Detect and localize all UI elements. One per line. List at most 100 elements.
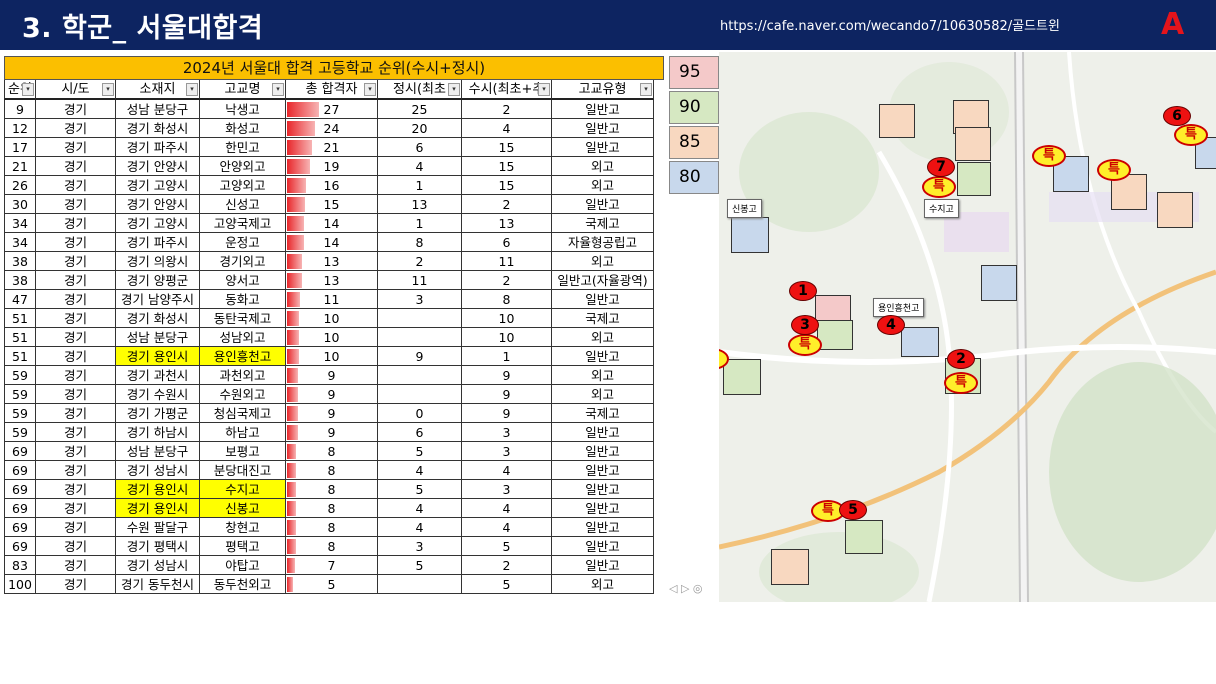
table-cell[interactable]: 4 bbox=[378, 499, 462, 518]
table-cell[interactable]: 7 bbox=[286, 556, 378, 575]
table-cell[interactable]: 야탑고 bbox=[200, 556, 286, 575]
slide-nav-icons[interactable]: ◁ ▷ ◎ bbox=[669, 582, 703, 595]
filter-dropdown-icon[interactable]: ▾ bbox=[186, 83, 198, 96]
table-cell[interactable]: 안양외고 bbox=[200, 157, 286, 176]
table-cell[interactable]: 일반고 bbox=[552, 499, 654, 518]
table-cell[interactable]: 69 bbox=[4, 518, 36, 537]
table-cell[interactable]: 69 bbox=[4, 461, 36, 480]
table-cell[interactable]: 경기 bbox=[36, 195, 116, 214]
table-cell[interactable]: 경기 bbox=[36, 176, 116, 195]
table-cell[interactable]: 성남 분당구 bbox=[116, 442, 200, 461]
table-cell[interactable]: 11 bbox=[286, 290, 378, 309]
table-cell[interactable] bbox=[378, 385, 462, 404]
table-cell[interactable]: 고양외고 bbox=[200, 176, 286, 195]
table-cell[interactable]: 24 bbox=[286, 119, 378, 138]
table-cell[interactable]: 8 bbox=[286, 442, 378, 461]
table-cell[interactable]: 6 bbox=[462, 233, 552, 252]
table-cell[interactable]: 10 bbox=[286, 328, 378, 347]
filter-dropdown-icon[interactable]: ▾ bbox=[640, 83, 652, 96]
table-cell[interactable]: 동두천외고 bbox=[200, 575, 286, 594]
table-cell[interactable]: 경기 남양주시 bbox=[116, 290, 200, 309]
table-cell[interactable]: 4 bbox=[462, 119, 552, 138]
table-cell[interactable]: 한민고 bbox=[200, 138, 286, 157]
table-cell[interactable]: 20 bbox=[378, 119, 462, 138]
table-cell[interactable]: 경기 bbox=[36, 385, 116, 404]
table-cell[interactable]: 13 bbox=[378, 195, 462, 214]
table-cell[interactable]: 3 bbox=[462, 423, 552, 442]
table-cell[interactable]: 외고 bbox=[552, 176, 654, 195]
table-cell[interactable]: 일반고 bbox=[552, 461, 654, 480]
table-cell[interactable]: 경기 안양시 bbox=[116, 195, 200, 214]
table-cell[interactable]: 25 bbox=[378, 100, 462, 119]
table-cell[interactable]: 낙생고 bbox=[200, 100, 286, 119]
table-cell[interactable]: 12 bbox=[4, 119, 36, 138]
rank-marker-1[interactable]: 1 bbox=[789, 281, 817, 301]
table-cell[interactable]: 자율형공립고 bbox=[552, 233, 654, 252]
filter-dropdown-icon[interactable]: ▾ bbox=[538, 83, 550, 96]
table-cell[interactable]: 4 bbox=[378, 157, 462, 176]
table-cell[interactable]: 14 bbox=[286, 233, 378, 252]
table-cell[interactable]: 외고 bbox=[552, 385, 654, 404]
table-cell[interactable]: 경기 bbox=[36, 537, 116, 556]
special-school-marker[interactable]: 특 bbox=[922, 176, 956, 198]
column-header[interactable]: 총 합격자 ▾ bbox=[286, 80, 378, 100]
column-header[interactable]: 고교유형 ▾ bbox=[552, 80, 654, 100]
table-cell[interactable]: 16 bbox=[286, 176, 378, 195]
table-cell[interactable]: 34 bbox=[4, 214, 36, 233]
table-cell[interactable]: 0 bbox=[378, 404, 462, 423]
table-cell[interactable]: 경기 안양시 bbox=[116, 157, 200, 176]
table-cell[interactable]: 8 bbox=[462, 290, 552, 309]
table-cell[interactable]: 5 bbox=[462, 537, 552, 556]
table-cell[interactable]: 경기 bbox=[36, 366, 116, 385]
table-cell[interactable]: 59 bbox=[4, 423, 36, 442]
table-cell[interactable] bbox=[378, 366, 462, 385]
table-cell[interactable]: 경기 화성시 bbox=[116, 309, 200, 328]
table-cell[interactable]: 경기 bbox=[36, 480, 116, 499]
table-cell[interactable]: 경기 bbox=[36, 233, 116, 252]
table-cell[interactable]: 운정고 bbox=[200, 233, 286, 252]
table-cell[interactable]: 9 bbox=[4, 100, 36, 119]
table-cell[interactable]: 일반고(자율광역) bbox=[552, 271, 654, 290]
table-cell[interactable]: 일반고 bbox=[552, 195, 654, 214]
table-cell[interactable]: 수원외고 bbox=[200, 385, 286, 404]
table-cell[interactable]: 34 bbox=[4, 233, 36, 252]
table-cell[interactable]: 4 bbox=[378, 518, 462, 537]
table-cell[interactable]: 동화고 bbox=[200, 290, 286, 309]
table-cell[interactable]: 경기 bbox=[36, 119, 116, 138]
table-cell[interactable]: 성남 분당구 bbox=[116, 328, 200, 347]
filter-dropdown-icon[interactable]: ▾ bbox=[22, 83, 34, 96]
table-cell[interactable]: 38 bbox=[4, 271, 36, 290]
table-cell[interactable]: 경기 bbox=[36, 423, 116, 442]
table-cell[interactable]: 국제고 bbox=[552, 404, 654, 423]
table-cell[interactable]: 경기 성남시 bbox=[116, 556, 200, 575]
table-cell[interactable]: 경기 bbox=[36, 138, 116, 157]
table-cell[interactable]: 신봉고 bbox=[200, 499, 286, 518]
table-cell[interactable]: 11 bbox=[378, 271, 462, 290]
table-cell[interactable]: 8 bbox=[378, 233, 462, 252]
table-cell[interactable]: 경기 과천시 bbox=[116, 366, 200, 385]
table-cell[interactable]: 경기 bbox=[36, 290, 116, 309]
table-cell[interactable]: 5 bbox=[378, 480, 462, 499]
table-cell[interactable] bbox=[378, 328, 462, 347]
table-cell[interactable]: 경기 용인시 bbox=[116, 480, 200, 499]
table-cell[interactable]: 9 bbox=[286, 385, 378, 404]
table-cell[interactable]: 8 bbox=[286, 499, 378, 518]
table-cell[interactable]: 청심국제고 bbox=[200, 404, 286, 423]
table-cell[interactable]: 69 bbox=[4, 499, 36, 518]
rank-marker-6[interactable]: 6 bbox=[1163, 106, 1191, 126]
table-cell[interactable]: 2 bbox=[378, 252, 462, 271]
table-cell[interactable]: 9 bbox=[462, 366, 552, 385]
table-cell[interactable]: 신성고 bbox=[200, 195, 286, 214]
table-cell[interactable]: 경기 bbox=[36, 157, 116, 176]
table-cell[interactable]: 5 bbox=[462, 575, 552, 594]
table-cell[interactable]: 일반고 bbox=[552, 556, 654, 575]
table-cell[interactable]: 15 bbox=[462, 176, 552, 195]
map-label-yongin-heungcheon[interactable]: 용인흥천고 bbox=[873, 298, 925, 317]
table-cell[interactable]: 59 bbox=[4, 385, 36, 404]
table-cell[interactable]: 83 bbox=[4, 556, 36, 575]
table-cell[interactable]: 4 bbox=[462, 518, 552, 537]
table-cell[interactable]: 15 bbox=[286, 195, 378, 214]
table-cell[interactable]: 51 bbox=[4, 347, 36, 366]
table-cell[interactable]: 14 bbox=[286, 214, 378, 233]
table-cell[interactable]: 분당대진고 bbox=[200, 461, 286, 480]
